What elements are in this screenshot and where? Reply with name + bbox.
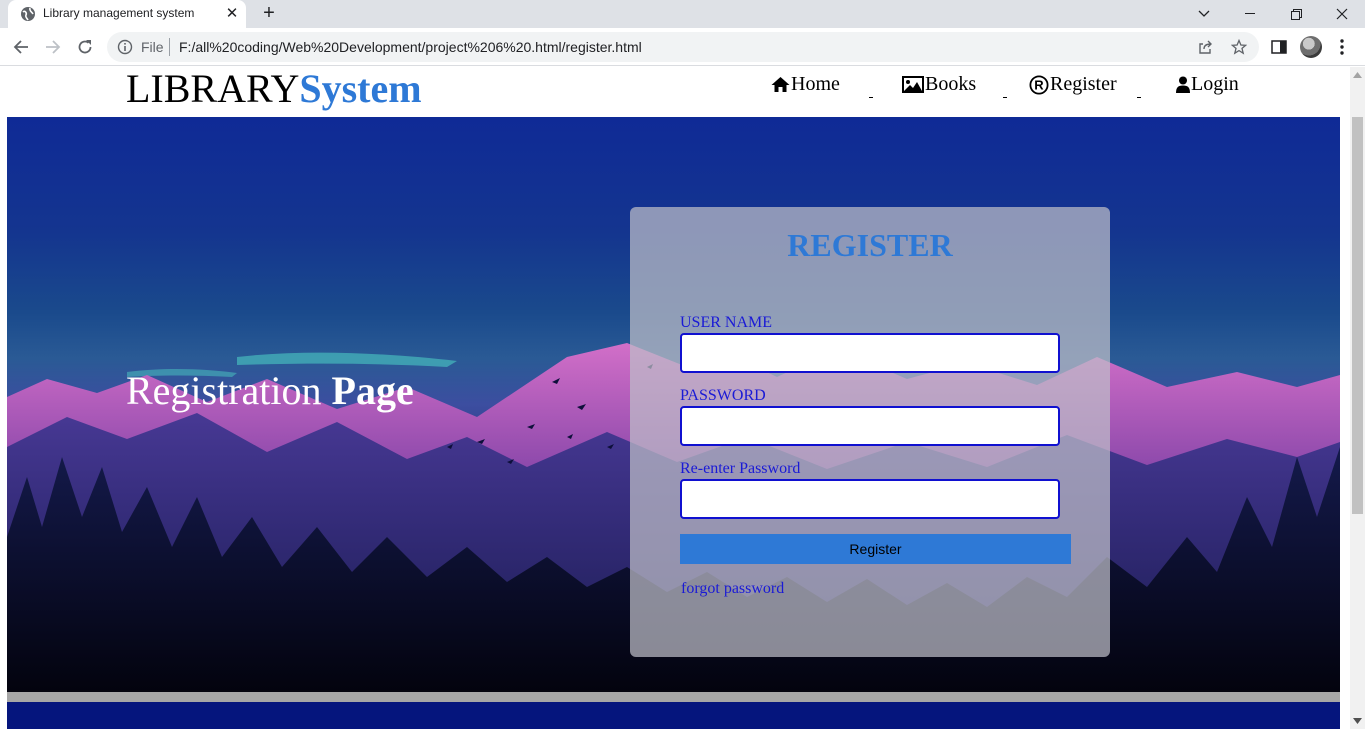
scheme-label: File — [141, 39, 164, 55]
address-bar[interactable]: File F:/all%20coding/Web%20Development/p… — [107, 32, 1259, 62]
minimize-button[interactable] — [1227, 0, 1273, 28]
site-logo[interactable]: LIBRARYSystem — [126, 67, 422, 112]
forward-icon[interactable] — [42, 36, 64, 58]
back-icon[interactable] — [10, 36, 32, 58]
profile-avatar[interactable] — [1300, 36, 1322, 58]
bookmark-star-icon[interactable] — [1231, 39, 1247, 55]
nav-register-label: Register — [1050, 73, 1117, 95]
hero-title-part2: Page — [331, 368, 414, 413]
image-icon — [902, 76, 924, 93]
nav-separator — [869, 97, 873, 98]
svg-text:R: R — [1034, 77, 1044, 92]
tab-title: Library management system — [43, 6, 195, 20]
nav-home[interactable]: Home — [771, 73, 840, 96]
user-icon — [1176, 76, 1190, 93]
browser-toolbar: File F:/all%20coding/Web%20Development/p… — [0, 28, 1365, 66]
home-icon — [771, 77, 790, 92]
username-input[interactable] — [680, 333, 1060, 373]
url-text[interactable]: F:/all%20coding/Web%20Development/projec… — [179, 39, 642, 55]
browser-tab[interactable]: Library management system ✕ — [8, 0, 246, 28]
page-scrollbar[interactable] — [1350, 67, 1365, 729]
reenter-password-input[interactable] — [680, 479, 1060, 519]
nav-login-label: Login — [1191, 73, 1239, 95]
close-window-button[interactable] — [1319, 0, 1365, 28]
tab-search-icon[interactable] — [1181, 0, 1227, 28]
reload-icon[interactable] — [74, 36, 96, 58]
username-label: USER NAME — [680, 314, 773, 331]
hero-title-part1: Registration — [126, 368, 322, 413]
scroll-down-arrow-icon[interactable] — [1353, 718, 1362, 724]
scroll-up-arrow-icon[interactable] — [1353, 72, 1362, 78]
nav-separator — [1003, 97, 1007, 98]
hero-title: Registration Page — [126, 367, 414, 414]
footer — [7, 702, 1340, 729]
side-panel-icon[interactable] — [1270, 38, 1288, 56]
scrollbar-thumb[interactable] — [1352, 117, 1363, 514]
register-card: REGISTER USER NAME PASSWORD Re-enter Pas… — [630, 207, 1110, 657]
password-input[interactable] — [680, 406, 1060, 446]
registered-icon: R — [1029, 74, 1049, 95]
brand-system: System — [299, 67, 422, 111]
brand-library: LIBRARY — [126, 67, 300, 111]
nav-login[interactable]: Login — [1176, 73, 1239, 96]
menu-kebab-icon[interactable] — [1334, 37, 1350, 57]
register-heading: REGISTER — [787, 227, 953, 263]
restore-button[interactable] — [1273, 0, 1319, 28]
nav-separator — [1137, 97, 1141, 98]
nav-books[interactable]: Books — [902, 73, 976, 96]
forgot-password-link[interactable]: forgot password — [681, 580, 784, 598]
tab-strip: Library management system ✕ + — [0, 0, 1365, 28]
page-viewport: LIBRARYSystem Home Books R Register Logi… — [0, 67, 1350, 729]
new-tab-button[interactable]: + — [259, 3, 279, 23]
hero-banner: Registration Page REGISTER USER NAME PAS… — [7, 117, 1340, 692]
password-label: PASSWORD — [680, 387, 766, 404]
tab-close-icon[interactable]: ✕ — [224, 6, 240, 22]
info-icon[interactable] — [117, 39, 133, 55]
omnibox-divider — [169, 38, 170, 56]
globe-icon — [21, 7, 35, 21]
share-icon[interactable] — [1197, 39, 1213, 55]
nav-register[interactable]: R Register — [1029, 73, 1117, 96]
register-button[interactable]: Register — [680, 534, 1071, 564]
nav-books-label: Books — [925, 73, 977, 95]
divider-bar — [7, 692, 1340, 702]
reenter-password-label: Re-enter Password — [680, 460, 801, 477]
nav-home-label: Home — [791, 73, 840, 95]
